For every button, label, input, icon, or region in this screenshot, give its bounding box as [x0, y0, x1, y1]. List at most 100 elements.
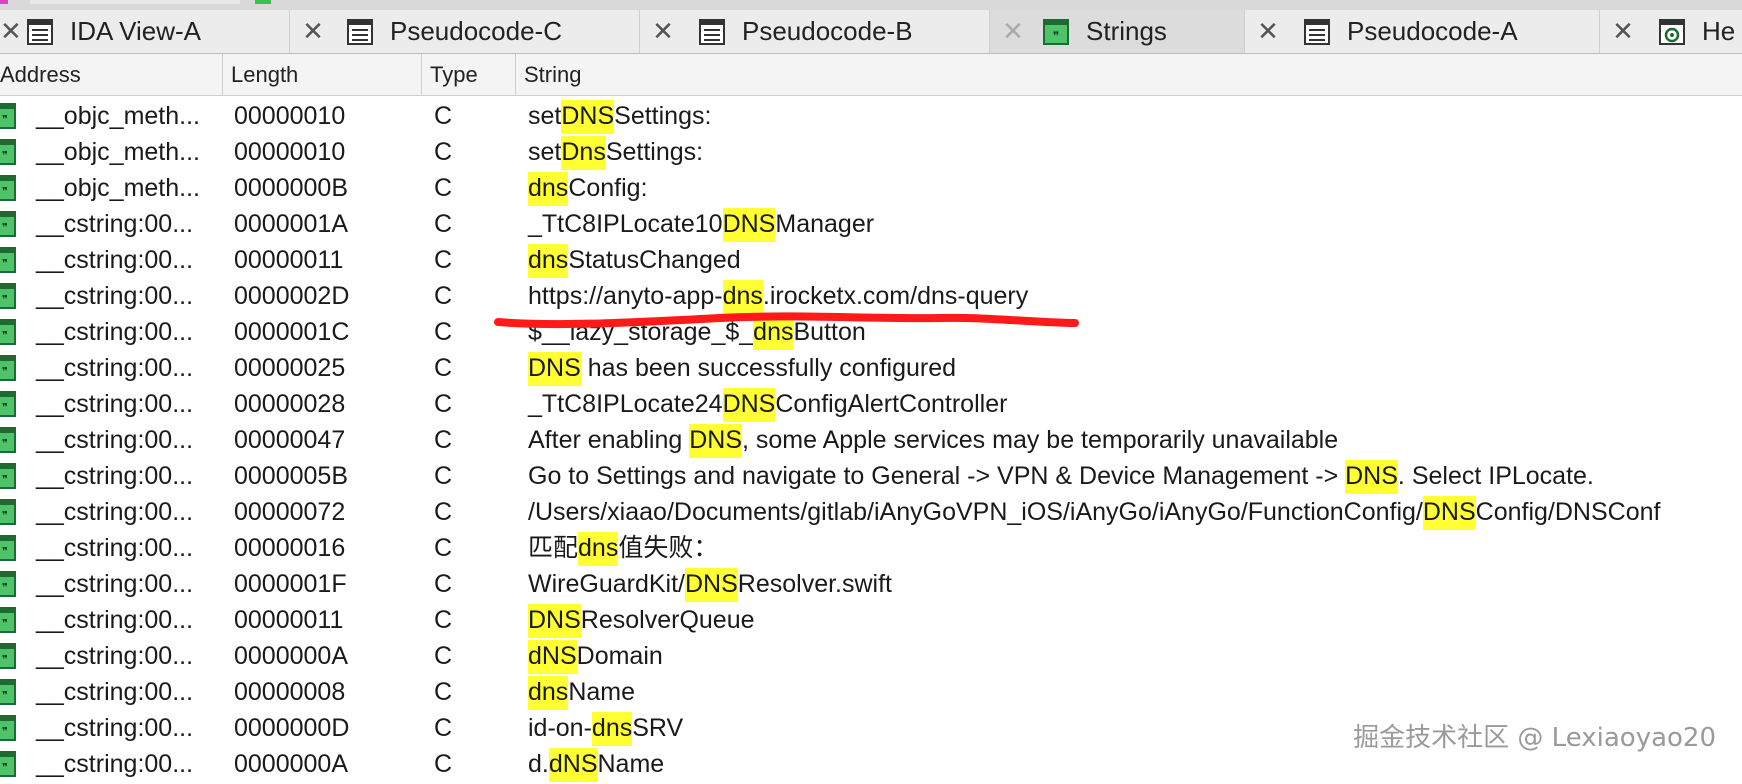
table-row[interactable]: ❞ __cstring:00... 00000028 C _TtC8IPLocate24… [0, 386, 1742, 422]
length-cell: 00000010 [234, 138, 346, 166]
svg-text:❞: ❞ [2, 149, 8, 162]
tab-ida-view-a[interactable]: ✕ IDA View-A [0, 10, 290, 53]
length-cell: 00000025 [234, 354, 346, 382]
string-suffix: ConfigAlertController [775, 390, 1008, 418]
string-suffix: , some Apple services may be temporarily… [742, 426, 1339, 454]
address-cell: __cstring:00... [36, 282, 194, 310]
table-row[interactable]: ❞ __objc_meth... 0000000B CdnsConfig: [0, 170, 1742, 206]
table-row[interactable]: ❞ __cstring:00... 00000025 C DNS has been su… [0, 350, 1742, 386]
string-entry-icon: ❞ [0, 571, 16, 597]
watermark: 掘金技术社区 @ Lexiaoyao20 [1353, 723, 1716, 753]
address-cell: __cstring:00... [36, 570, 194, 598]
string-suffix: has been successfully configured [580, 354, 957, 382]
address-cell: __objc_meth... [36, 102, 200, 130]
close-icon[interactable]: ✕ [1253, 17, 1283, 47]
svg-text:❞: ❞ [2, 653, 8, 666]
length-cell: 00000010 [234, 102, 346, 130]
column-header-address[interactable]: Address [0, 54, 223, 95]
type-cell: C [434, 642, 453, 670]
table-row[interactable]: ❞ __cstring:00... 0000000A CdNSDomain [0, 638, 1742, 674]
column-header-length[interactable]: Length [223, 54, 422, 95]
search-match-highlight: dNS [528, 640, 577, 674]
string-suffix: .irocketx.com/dns-query [762, 282, 1029, 310]
tab-pseudocode-a[interactable]: ✕ Pseudocode-A [1245, 10, 1600, 53]
length-cell: 0000001A [234, 210, 349, 238]
string-cell: WireGuardKit/DNSResolver.swift [528, 566, 892, 602]
tab-pseudocode-c[interactable]: ✕ Pseudocode-C [290, 10, 640, 53]
string-cell: DNS has been successfully configured [528, 350, 956, 386]
search-match-highlight: dns [578, 532, 619, 566]
table-row[interactable]: ❞ __objc_meth... 00000010 CsetDnsSettings: [0, 134, 1742, 170]
close-icon[interactable]: ✕ [1608, 17, 1638, 47]
address-cell: __cstring:00... [36, 246, 194, 274]
table-row[interactable]: ❞ __cstring:00... 0000002D Chttps://anyto-a… [0, 278, 1742, 314]
search-match-highlight: DNS [1345, 460, 1398, 494]
string-cell: _TtC8IPLocate24DNSConfigAlertController [528, 386, 1007, 422]
type-cell: C [434, 210, 453, 238]
length-cell: 0000000A [234, 642, 349, 670]
search-match-highlight: dns [528, 676, 569, 710]
string-prefix: set [528, 138, 562, 166]
column-header-string[interactable]: String [516, 54, 1742, 95]
column-header-type[interactable]: Type [422, 54, 516, 95]
string-cell: dnsConfig: [528, 170, 648, 206]
table-row[interactable]: ❞ __cstring:00... 00000008 CdnsName [0, 674, 1742, 710]
tab-strings[interactable]: ✕ ❞ Strings [990, 10, 1245, 53]
tab-pseudocode-b[interactable]: ✕ Pseudocode-B [640, 10, 990, 53]
table-row[interactable]: ❞ __cstring:00... 0000005B C Go to Settings … [0, 458, 1742, 494]
table-row[interactable]: ❞ __cstring:00... 00000011 C DNSResolverQueu… [0, 602, 1742, 638]
string-entry-icon: ❞ [0, 679, 16, 705]
string-suffix: Settings: [614, 102, 712, 130]
svg-text:❞: ❞ [2, 437, 8, 450]
table-row[interactable]: ❞ __cstring:00... 00000016 C 匹配dns值失败： [0, 530, 1742, 566]
tab-hex-view[interactable]: ✕ He [1600, 10, 1742, 53]
column-header: Address Length Type String [0, 54, 1742, 96]
string-prefix: id-on- [528, 714, 592, 742]
string-suffix: Name [568, 678, 635, 706]
address-cell: __objc_meth... [36, 174, 200, 202]
search-match-highlight: Dns [561, 136, 606, 170]
svg-text:❞: ❞ [2, 113, 8, 126]
string-entry-icon: ❞ [0, 463, 16, 489]
close-icon[interactable]: ✕ [648, 17, 678, 47]
string-suffix: ResolverQueue [580, 606, 755, 634]
tab-bar: ✕ IDA View-A ✕ Pseudocode-C ✕ Pseudocode… [0, 10, 1742, 54]
string-prefix: d. [528, 750, 549, 778]
svg-text:❞: ❞ [2, 509, 8, 522]
length-cell: 0000002D [234, 282, 350, 310]
tab-label: He [1702, 16, 1736, 46]
table-row[interactable]: ❞ __objc_meth... 00000010 CsetDNSSettings: [0, 98, 1742, 134]
string-suffix: StatusChanged [568, 246, 741, 274]
type-cell: C [434, 138, 453, 166]
string-cell: https://anyto-app-dns.irocketx.com/dns-q… [528, 278, 1028, 314]
string-suffix: . Select IPLocate. [1397, 462, 1594, 490]
table-row[interactable]: ❞ __cstring:00... 0000001F C WireGuardKit/DN… [0, 566, 1742, 602]
type-cell: C [434, 570, 453, 598]
search-match-highlight: dns [528, 172, 569, 206]
close-icon[interactable]: ✕ [298, 17, 328, 47]
close-icon[interactable]: ✕ [0, 17, 22, 47]
string-prefix: 匹配 [528, 534, 579, 562]
table-row[interactable]: ❞ __cstring:00... 00000011 CdnsStatusChange… [0, 242, 1742, 278]
type-cell: C [434, 282, 453, 310]
svg-text:❞: ❞ [1053, 29, 1059, 43]
close-icon[interactable]: ✕ [998, 17, 1028, 47]
string-suffix: Manager [775, 210, 875, 238]
length-cell: 00000011 [234, 606, 344, 634]
length-cell: 0000001C [234, 318, 350, 346]
table-row[interactable]: ❞ __cstring:00... 0000001C C $__lazy_storage… [0, 314, 1742, 350]
table-row[interactable]: ❞ __cstring:00... 00000047 C After enabling … [0, 422, 1742, 458]
string-entry-icon: ❞ [0, 283, 16, 309]
address-cell: __cstring:00... [36, 714, 194, 742]
address-cell: __cstring:00... [36, 678, 194, 706]
tab-label: Pseudocode-C [390, 16, 562, 46]
address-cell: __cstring:00... [36, 210, 194, 238]
table-row[interactable]: ❞ __cstring:00... 0000001A C _TtC8IPLocate10… [0, 206, 1742, 242]
table-row[interactable]: ❞ __cstring:00... 00000072 C/Users/xiaao/Do… [0, 494, 1742, 530]
type-cell: C [434, 714, 453, 742]
type-cell: C [434, 174, 453, 202]
svg-text:❞: ❞ [2, 401, 8, 414]
address-cell: __cstring:00... [36, 318, 194, 346]
text-view-icon [26, 18, 54, 46]
string-cell: After enabling DNS, some Apple services … [528, 422, 1338, 458]
